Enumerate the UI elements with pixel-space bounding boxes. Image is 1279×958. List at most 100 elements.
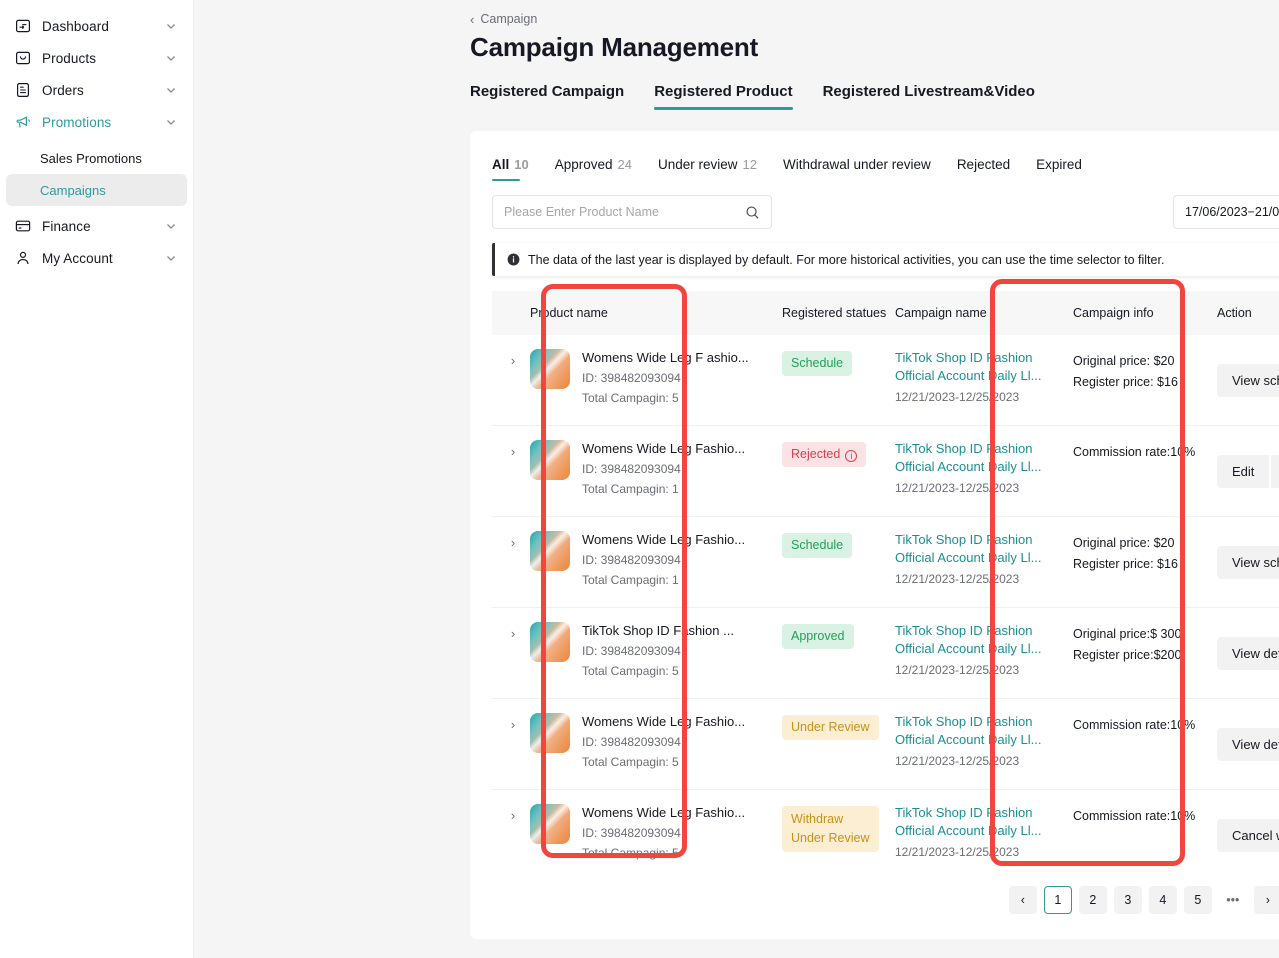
pagination-page-5[interactable]: 5 xyxy=(1184,886,1212,914)
cell-action: Cancel withdraw xyxy=(1203,790,1279,881)
campaign-name-link-2[interactable]: Official Account Daily Ll... xyxy=(895,822,1073,840)
primary-tabs: Registered Campaign Registered Product Reg… xyxy=(194,63,1279,110)
pagination-page-4[interactable]: 4 xyxy=(1149,886,1177,914)
chevron-down-icon[interactable] xyxy=(165,20,177,32)
megaphone-icon xyxy=(14,113,32,131)
action-primary-button[interactable]: Edit xyxy=(1217,455,1269,488)
sidebar-item-finance[interactable]: Finance xyxy=(6,210,187,242)
filter-tab-expired[interactable]: Expired xyxy=(1036,157,1082,181)
pagination-page-3[interactable]: 3 xyxy=(1114,886,1142,914)
filter-tab-all[interactable]: All10 xyxy=(492,157,529,181)
action-primary-button[interactable]: View schedule xyxy=(1217,546,1279,579)
campaign-name-link-2[interactable]: Official Account Daily Ll... xyxy=(895,731,1073,749)
campaign-name-link-2[interactable]: Official Account Daily Ll... xyxy=(895,640,1073,658)
filter-tab-approved[interactable]: Approved24 xyxy=(555,157,632,181)
date-range-value: 17/06/2023−21/06/2023 xyxy=(1185,205,1279,219)
pagination-prev[interactable]: ‹ xyxy=(1009,886,1037,914)
campaign-name-link[interactable]: TikTok Shop ID Fashion xyxy=(895,622,1073,640)
sidebar-item-promotions[interactable]: Promotions xyxy=(6,106,187,138)
pagination-next[interactable]: › xyxy=(1254,886,1279,914)
total-campaign: Total Campagin: 5 xyxy=(582,662,734,680)
cell-campaign-name: TikTok Shop ID FashionOfficial Account D… xyxy=(895,699,1073,789)
finance-icon xyxy=(14,217,32,235)
sidebar-item-label: Finance xyxy=(42,219,165,234)
expand-row-chevron-icon[interactable]: › xyxy=(506,444,520,458)
total-campaign: Total Campagin: 1 xyxy=(582,571,745,589)
status-badge-label: Approved xyxy=(791,629,845,643)
status-badge: WithdrawUnder Review xyxy=(782,806,879,852)
filter-tab-label: Expired xyxy=(1036,157,1082,172)
tab-registered-product[interactable]: Registered Product xyxy=(654,83,792,110)
info-icon[interactable]: i xyxy=(845,450,857,462)
campaign-info-line-1: Commission rate:10% xyxy=(1073,442,1203,463)
filter-tab-label: All xyxy=(492,157,509,172)
campaign-info-line-1: Original price:$ 300- xyxy=(1073,624,1203,645)
cell-campaign-info: Commission rate:10% xyxy=(1073,426,1203,516)
search-input[interactable] xyxy=(504,205,745,219)
campaign-info-line-2: Register price: $16 xyxy=(1073,372,1203,393)
breadcrumb[interactable]: ‹ Campaign xyxy=(194,0,1279,26)
campaign-name-link[interactable]: TikTok Shop ID Fashion xyxy=(895,440,1073,458)
cell-campaign-info: Original price: $20Register price: $16 xyxy=(1073,335,1203,425)
date-range-picker[interactable]: 17/06/2023−21/06/2023 xyxy=(1173,195,1279,229)
campaign-info-line-2: Register price:$200- xyxy=(1073,645,1203,666)
campaign-name-link[interactable]: TikTok Shop ID Fashion xyxy=(895,804,1073,822)
action-dropdown-button[interactable] xyxy=(1271,455,1279,488)
action-primary-button[interactable]: View schedule xyxy=(1217,364,1279,397)
chevron-down-icon[interactable] xyxy=(165,52,177,64)
campaign-name-link[interactable]: TikTok Shop ID Fashion xyxy=(895,713,1073,731)
tab-registered-livestream-video[interactable]: Registered Livestream&Video xyxy=(823,83,1035,110)
filter-tab-rejected[interactable]: Rejected xyxy=(957,157,1010,181)
expand-row-chevron-icon[interactable]: › xyxy=(506,808,520,822)
sidebar-item-products[interactable]: Products xyxy=(6,42,187,74)
sidebar-subitem-label: Sales Promotions xyxy=(40,151,142,166)
action-button-group: View schedule xyxy=(1217,364,1279,397)
sidebar-item-my-account[interactable]: My Account xyxy=(6,242,187,274)
sidebar-subitem-sales-promotions[interactable]: Sales Promotions xyxy=(6,142,187,174)
cell-registered-status: Under Review xyxy=(760,699,895,789)
expand-row-chevron-icon[interactable]: › xyxy=(506,353,520,367)
campaign-info-line-1: Commission rate:10% xyxy=(1073,806,1203,827)
expand-row-chevron-icon[interactable]: › xyxy=(506,717,520,731)
campaign-name-link-2[interactable]: Official Account Daily Ll... xyxy=(895,549,1073,567)
pagination-page-1[interactable]: 1 xyxy=(1044,886,1072,914)
cell-product: ›Womens Wide Leg Fashio...ID: 3984820930… xyxy=(492,699,760,789)
sidebar-item-orders[interactable]: Orders xyxy=(6,74,187,106)
campaign-name-link[interactable]: TikTok Shop ID Fashion xyxy=(895,349,1073,367)
search-icon[interactable] xyxy=(745,205,760,220)
chevron-down-icon[interactable] xyxy=(165,220,177,232)
expand-row-chevron-icon[interactable]: › xyxy=(506,626,520,640)
column-header: Product name xyxy=(492,306,760,320)
sidebar-item-dashboard[interactable]: Dashboard xyxy=(6,10,187,42)
status-badge-line1: Withdraw xyxy=(791,812,843,826)
cell-action: View schedule xyxy=(1203,517,1279,607)
action-primary-button[interactable]: View detail xyxy=(1217,637,1279,670)
tab-registered-campaign[interactable]: Registered Campaign xyxy=(470,83,624,110)
campaign-name-link-2[interactable]: Official Account Daily Ll... xyxy=(895,367,1073,385)
sidebar-subitem-campaigns[interactable]: Campaigns xyxy=(6,174,187,206)
campaign-date-range: 12/21/2023-12/25/2023 xyxy=(895,572,1073,586)
action-primary-button[interactable]: Cancel withdraw xyxy=(1217,819,1279,852)
pagination-page-2[interactable]: 2 xyxy=(1079,886,1107,914)
chevron-down-icon[interactable] xyxy=(165,252,177,264)
product-id: ID: 398482093094 xyxy=(582,369,749,387)
campaign-name-link[interactable]: TikTok Shop ID Fashion xyxy=(895,531,1073,549)
search-input-wrapper[interactable] xyxy=(492,195,772,229)
action-primary-button[interactable]: View detail xyxy=(1217,728,1279,761)
cell-product: ›Womens Wide Leg Fashio...ID: 3984820930… xyxy=(492,517,760,607)
product-name: Womens Wide Leg Fashio... xyxy=(582,441,745,456)
content-card: All10Approved24Under review12Withdrawal … xyxy=(470,131,1279,939)
chevron-down-icon[interactable] xyxy=(165,84,177,96)
breadcrumb-label[interactable]: Campaign xyxy=(480,12,537,26)
info-banner: The data of the last year is displayed b… xyxy=(492,243,1279,276)
table-row: ›TikTok Shop ID Fashion ...ID: 398482093… xyxy=(492,608,1279,699)
campaign-name-link-2[interactable]: Official Account Daily Ll... xyxy=(895,458,1073,476)
cell-action: View schedule xyxy=(1203,335,1279,425)
chevron-down-icon[interactable] xyxy=(165,116,177,128)
expand-row-chevron-icon[interactable]: › xyxy=(506,535,520,549)
action-button-group: Edit xyxy=(1217,455,1279,488)
back-chevron-icon[interactable]: ‹ xyxy=(470,13,474,26)
filter-tab-withdrawal-under-review[interactable]: Withdrawal under review xyxy=(783,157,931,181)
filter-tab-under-review[interactable]: Under review12 xyxy=(658,157,757,181)
product-thumbnail xyxy=(530,622,570,662)
